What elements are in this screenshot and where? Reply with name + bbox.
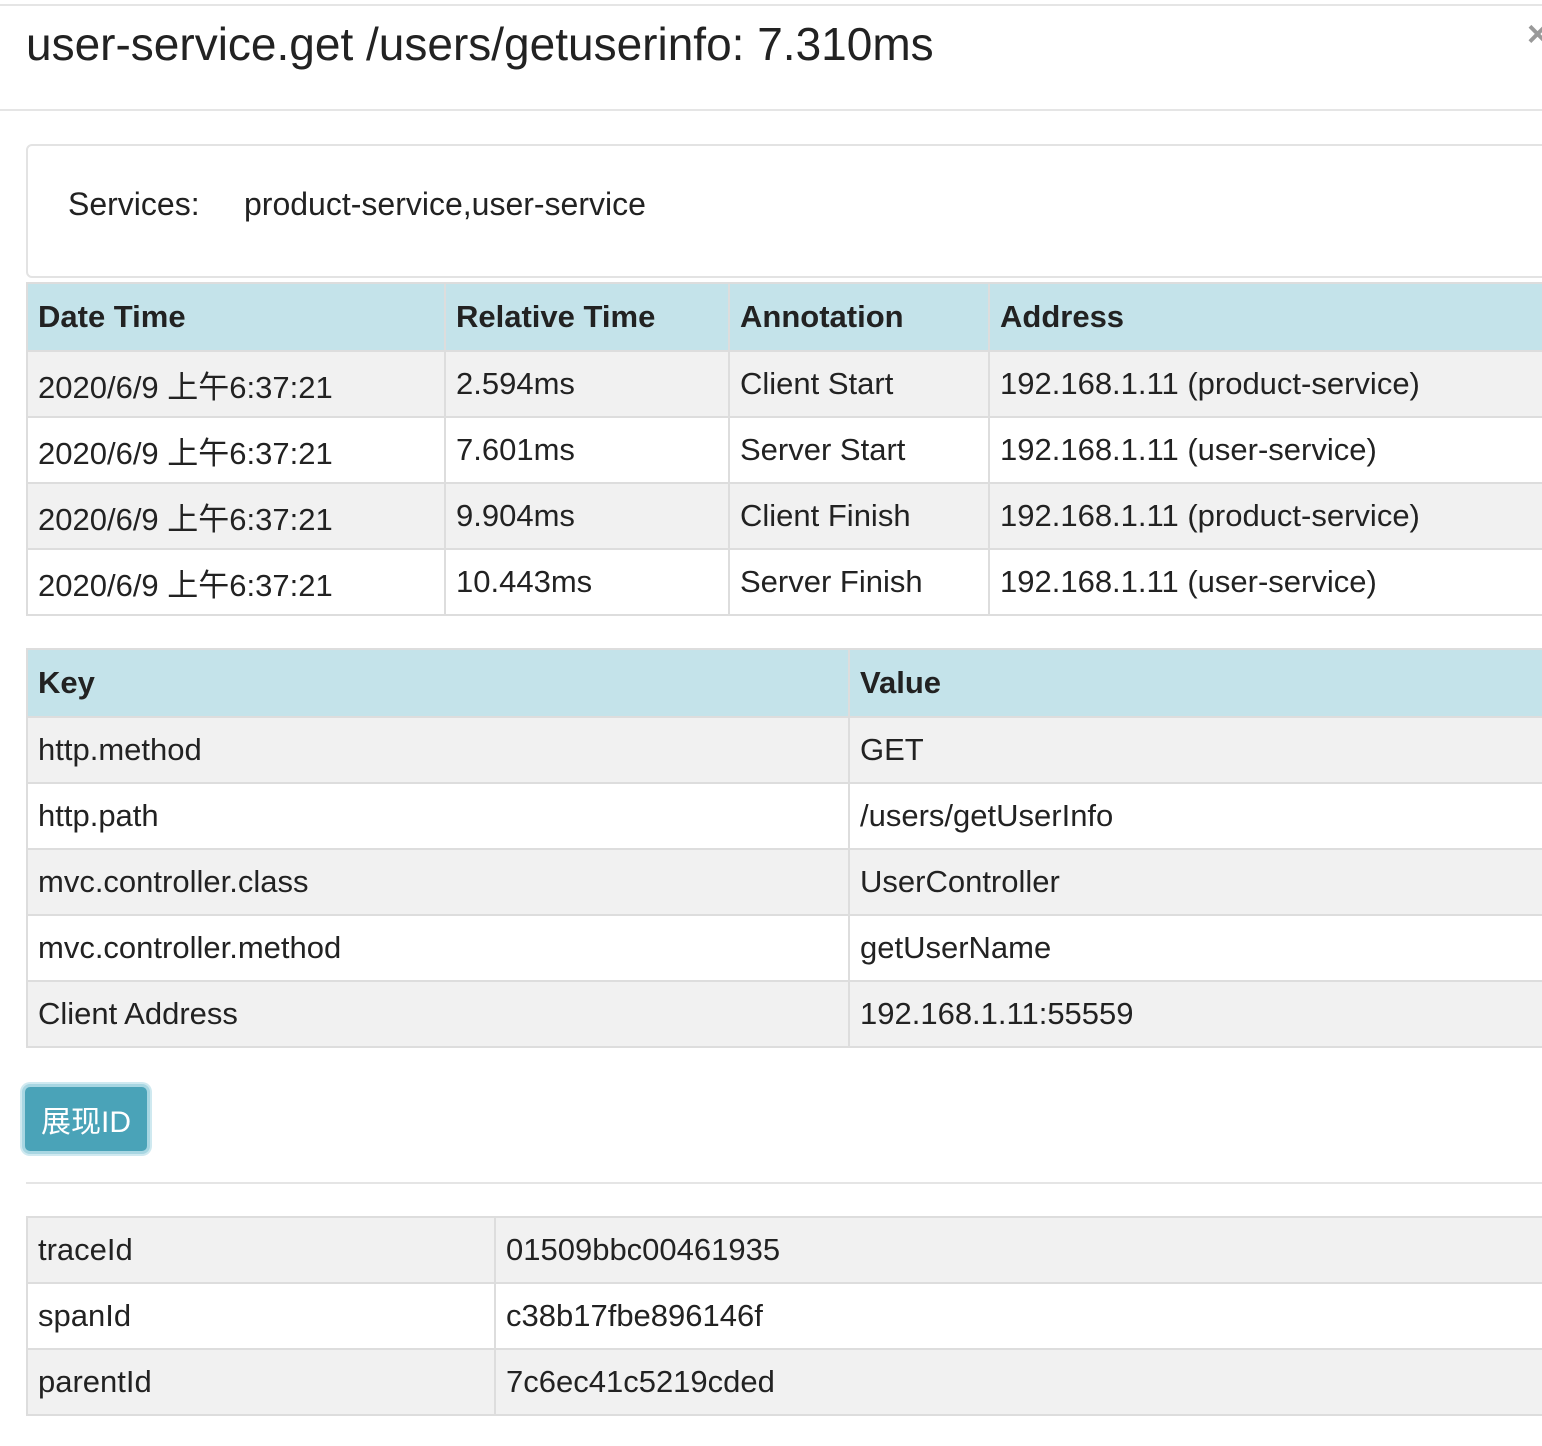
tags-header-row: Key Value <box>26 648 1542 718</box>
column-header-annotation: Annotation <box>728 282 990 352</box>
date-time-cell: 2020/6/9 上午6:37:21 <box>26 482 446 550</box>
id-value-cell: 01509bbc00461935 <box>494 1216 1542 1284</box>
ids-table: traceId 01509bbc00461935 spanId c38b17fb… <box>26 1216 1542 1416</box>
key-cell: http.path <box>26 782 850 850</box>
address-cell: 192.168.1.11 (product-service) <box>988 350 1542 418</box>
address-cell: 192.168.1.11 (product-service) <box>988 482 1542 550</box>
show-id-button[interactable]: 展现ID <box>22 1084 150 1154</box>
table-row: 2020/6/9 上午6:37:21 2.594ms Client Start … <box>26 350 1542 418</box>
relative-time-cell: 7.601ms <box>444 416 730 484</box>
table-row: 2020/6/9 上午6:37:21 7.601ms Server Start … <box>26 416 1542 484</box>
address-cell: 192.168.1.11 (user-service) <box>988 548 1542 616</box>
column-header-relative-time: Relative Time <box>444 282 730 352</box>
tags-table: Key Value http.method GET http.path /use… <box>26 648 1542 1048</box>
table-row: spanId c38b17fbe896146f <box>26 1282 1542 1350</box>
value-cell: /users/getUserInfo <box>848 782 1542 850</box>
top-divider <box>0 4 1542 6</box>
address-cell: 192.168.1.11 (user-service) <box>988 416 1542 484</box>
relative-time-cell: 10.443ms <box>444 548 730 616</box>
column-header-address: Address <box>988 282 1542 352</box>
key-cell: http.method <box>26 716 850 784</box>
table-row: Client Address 192.168.1.11:55559 <box>26 980 1542 1048</box>
column-header-value: Value <box>848 648 1542 718</box>
services-panel: Services: product-service,user-service <box>26 144 1542 278</box>
table-row: parentId 7c6ec41c5219cded <box>26 1348 1542 1416</box>
header-divider <box>0 109 1542 111</box>
modal-title: user-service.get /users/getuserinfo: 7.3… <box>26 18 934 70</box>
date-time-cell: 2020/6/9 上午6:37:21 <box>26 350 446 418</box>
annotation-cell: Client Start <box>728 350 990 418</box>
close-icon[interactable]: × <box>1527 14 1542 54</box>
date-time-cell: 2020/6/9 上午6:37:21 <box>26 416 446 484</box>
ids-divider <box>26 1182 1542 1184</box>
value-cell: UserController <box>848 848 1542 916</box>
annotation-cell: Server Start <box>728 416 990 484</box>
annotation-cell: Client Finish <box>728 482 990 550</box>
table-row: 2020/6/9 上午6:37:21 9.904ms Client Finish… <box>26 482 1542 550</box>
table-row: 2020/6/9 上午6:37:21 10.443ms Server Finis… <box>26 548 1542 616</box>
id-value-cell: c38b17fbe896146f <box>494 1282 1542 1350</box>
services-label: Services: <box>68 186 200 222</box>
value-cell: 192.168.1.11:55559 <box>848 980 1542 1048</box>
column-header-key: Key <box>26 648 850 718</box>
table-row: mvc.controller.class UserController <box>26 848 1542 916</box>
key-cell: mvc.controller.method <box>26 914 850 982</box>
date-time-cell: 2020/6/9 上午6:37:21 <box>26 548 446 616</box>
key-cell: Client Address <box>26 980 850 1048</box>
annotations-table: Date Time Relative Time Annotation Addre… <box>26 282 1542 616</box>
id-key-cell: parentId <box>26 1348 496 1416</box>
table-row: http.path /users/getUserInfo <box>26 782 1542 850</box>
annotations-header-row: Date Time Relative Time Annotation Addre… <box>26 282 1542 352</box>
relative-time-cell: 2.594ms <box>444 350 730 418</box>
id-value-cell: 7c6ec41c5219cded <box>494 1348 1542 1416</box>
id-key-cell: spanId <box>26 1282 496 1350</box>
value-cell: GET <box>848 716 1542 784</box>
id-key-cell: traceId <box>26 1216 496 1284</box>
key-cell: mvc.controller.class <box>26 848 850 916</box>
table-row: mvc.controller.method getUserName <box>26 914 1542 982</box>
services-value: product-service,user-service <box>244 186 646 222</box>
column-header-date-time: Date Time <box>26 282 446 352</box>
annotation-cell: Server Finish <box>728 548 990 616</box>
relative-time-cell: 9.904ms <box>444 482 730 550</box>
value-cell: getUserName <box>848 914 1542 982</box>
table-row: http.method GET <box>26 716 1542 784</box>
table-row: traceId 01509bbc00461935 <box>26 1216 1542 1284</box>
